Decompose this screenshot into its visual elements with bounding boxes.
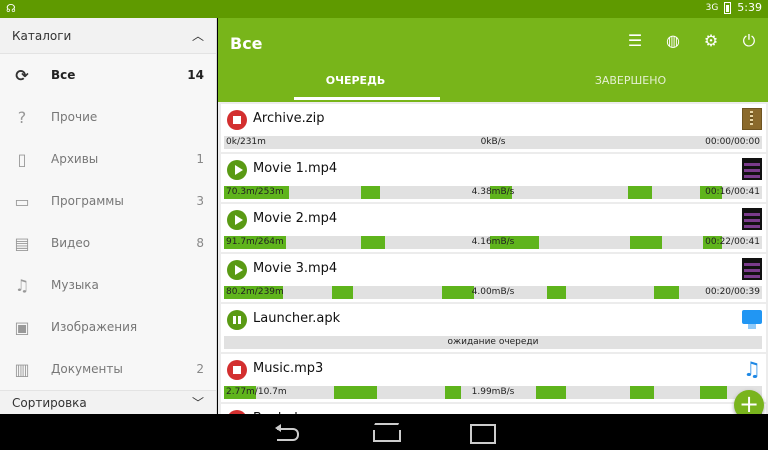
drawer-item[interactable]: ▭ Программы 3 bbox=[0, 180, 216, 222]
apk-file-icon bbox=[742, 310, 762, 329]
system-nav-bar bbox=[0, 414, 768, 450]
music-icon: ♫ bbox=[14, 275, 30, 295]
main-panel: Все ☰ ◍ ⚙ ⏻ ОЧЕРЕДЬ ЗАВЕРШЕНО Archive.zi… bbox=[218, 18, 768, 414]
pause-icon[interactable] bbox=[227, 310, 247, 330]
drawer-item-label: Музыка bbox=[51, 278, 99, 292]
catalogs-header[interactable]: Каталоги ︿ bbox=[0, 18, 216, 54]
drawer-item[interactable]: ▯ Архивы 1 bbox=[0, 138, 216, 180]
power-icon[interactable]: ⏻ bbox=[740, 32, 758, 50]
drawer-item-count: 1 bbox=[196, 152, 204, 166]
download-speed: ожидание очереди bbox=[447, 337, 539, 347]
drawer-item-count: 2 bbox=[196, 362, 204, 376]
sort-label: Сортировка bbox=[12, 395, 87, 410]
download-item[interactable]: Book.doc bbox=[221, 404, 766, 414]
monitor-icon: ▭ bbox=[14, 191, 30, 211]
zip-file-icon bbox=[742, 108, 762, 130]
music-file-icon: ♫ bbox=[743, 357, 761, 381]
status-bar: ☊ 3G 5:39 bbox=[0, 0, 768, 18]
play-icon[interactable] bbox=[227, 160, 247, 180]
catalogs-title: Каталоги bbox=[12, 28, 72, 43]
battery-icon bbox=[724, 1, 732, 14]
catalog-drawer: Каталоги ︿ ⟳ Все 14? Прочие ▯ Архивы 1 ▭ Програм… bbox=[0, 18, 217, 414]
settings-icon[interactable]: ⚙ bbox=[702, 32, 720, 50]
chevron-up-icon[interactable]: ︿ bbox=[192, 27, 204, 44]
download-speed: 4.38mB/s bbox=[471, 187, 515, 197]
video-file-icon bbox=[742, 158, 762, 180]
download-time: 00:20/00:39 bbox=[705, 287, 760, 297]
download-time: 00:16/00:41 bbox=[705, 187, 760, 197]
chevron-down-icon[interactable]: ﹀ bbox=[192, 394, 204, 411]
app-bar: Все ☰ ◍ ⚙ ⏻ ОЧЕРЕДЬ ЗАВЕРШЕНО bbox=[218, 18, 768, 102]
image-icon: ▣ bbox=[14, 317, 30, 337]
progress-bar: 0k/231m 0kB/s 00:00/00:00 bbox=[224, 136, 762, 149]
download-item[interactable]: Music.mp3 ♫ 2.77m/10.7m 1.99mB/s bbox=[221, 354, 766, 402]
drawer-item-label: Прочие bbox=[51, 110, 98, 124]
film-icon: ▤ bbox=[14, 233, 30, 253]
drawer-item[interactable]: ▣ Изображения bbox=[0, 306, 216, 348]
stop-icon[interactable] bbox=[227, 360, 247, 380]
drawer-item-label: Документы bbox=[51, 362, 123, 376]
usb-icon: ☊ bbox=[6, 2, 16, 15]
file-name: Music.mp3 bbox=[253, 361, 324, 376]
video-file-icon bbox=[742, 258, 762, 280]
tab-bar: ОЧЕРЕДЬ ЗАВЕРШЕНО bbox=[218, 66, 768, 102]
progress-bar: 91.7m/264m 4.16mB/s 00:22/00:41 bbox=[224, 236, 762, 249]
drawer-item[interactable]: ♫ Музыка bbox=[0, 264, 216, 306]
file-name: Movie 2.mp4 bbox=[253, 211, 338, 226]
document-icon: ▥ bbox=[14, 359, 30, 379]
download-item[interactable]: Movie 2.mp4 91.7m/264m 4.16mB/s 00:22/00:41 bbox=[221, 204, 766, 252]
drawer-item-label: Изображения bbox=[51, 320, 138, 334]
page-title: Все bbox=[230, 34, 263, 53]
home-icon[interactable] bbox=[371, 422, 401, 442]
download-time: 00:00/00:00 bbox=[705, 137, 760, 147]
video-file-icon bbox=[742, 208, 762, 230]
drawer-item-label: Программы bbox=[51, 194, 124, 208]
signal-icon: 3G bbox=[705, 2, 719, 13]
progress-bar: ожидание очереди bbox=[224, 336, 762, 349]
drawer-item-count: 8 bbox=[196, 236, 204, 250]
drawer-item-label: Архивы bbox=[51, 152, 99, 166]
recents-icon[interactable] bbox=[466, 422, 496, 444]
download-time: 00:22/00:41 bbox=[705, 237, 760, 247]
drawer-item[interactable]: ▤ Видео 8 bbox=[0, 222, 216, 264]
archive-icon: ▯ bbox=[17, 149, 27, 169]
add-download-button[interactable]: + bbox=[734, 390, 764, 414]
drawer-item[interactable]: ⟳ Все 14 bbox=[0, 54, 216, 96]
refresh-icon: ⟳ bbox=[15, 65, 29, 85]
drawer-item[interactable]: ▥ Документы 2 bbox=[0, 348, 216, 390]
play-icon[interactable] bbox=[227, 210, 247, 230]
drawer-item-label: Все bbox=[51, 68, 76, 82]
drawer-item-label: Видео bbox=[51, 236, 91, 250]
progress-bar: 70.3m/253m 4.38mB/s 00:16/00:41 bbox=[224, 186, 762, 199]
stop-icon[interactable] bbox=[227, 110, 247, 130]
download-speed: 0kB/s bbox=[480, 137, 506, 147]
drawer-item-count: 3 bbox=[196, 194, 204, 208]
download-speed: 1.99mB/s bbox=[471, 387, 515, 397]
drawer-item[interactable]: ? Прочие bbox=[0, 96, 216, 138]
file-name: Movie 3.mp4 bbox=[253, 261, 338, 276]
file-name: Launcher.apk bbox=[253, 311, 341, 326]
globe-icon[interactable]: ◍ bbox=[664, 32, 682, 50]
file-name: Archive.zip bbox=[253, 111, 325, 126]
download-speed: 4.16mB/s bbox=[471, 237, 515, 247]
download-list: Archive.zip 0k/231m 0kB/s 00:00/00:00 Movie … bbox=[218, 102, 768, 414]
play-icon[interactable] bbox=[227, 260, 247, 280]
file-name: Movie 1.mp4 bbox=[253, 161, 338, 176]
download-speed: 4.00mB/s bbox=[471, 287, 515, 297]
list-icon[interactable]: ☰ bbox=[626, 32, 644, 50]
download-item[interactable]: Movie 1.mp4 70.3m/253m 4.38mB/s 00:16/00:41 bbox=[221, 154, 766, 202]
download-item[interactable]: Launcher.apk ожидание очереди bbox=[221, 304, 766, 352]
tab-queue[interactable]: ОЧЕРЕДЬ bbox=[218, 66, 493, 102]
clock: 5:39 bbox=[737, 1, 762, 14]
progress-bar: 2.77m/10.7m 1.99mB/s bbox=[224, 386, 762, 399]
download-item[interactable]: Movie 3.mp4 80.2m/239m 4.00mB/s 00:20/00:39 bbox=[221, 254, 766, 302]
download-item[interactable]: Archive.zip 0k/231m 0kB/s 00:00/00:00 bbox=[221, 104, 766, 152]
back-icon[interactable] bbox=[275, 422, 303, 442]
drawer-item-count: 14 bbox=[187, 68, 204, 82]
tab-completed[interactable]: ЗАВЕРШЕНО bbox=[493, 66, 768, 102]
help-icon: ? bbox=[17, 107, 27, 127]
sort-section[interactable]: Сортировка ﹀ bbox=[0, 390, 216, 414]
progress-bar: 80.2m/239m 4.00mB/s 00:20/00:39 bbox=[224, 286, 762, 299]
